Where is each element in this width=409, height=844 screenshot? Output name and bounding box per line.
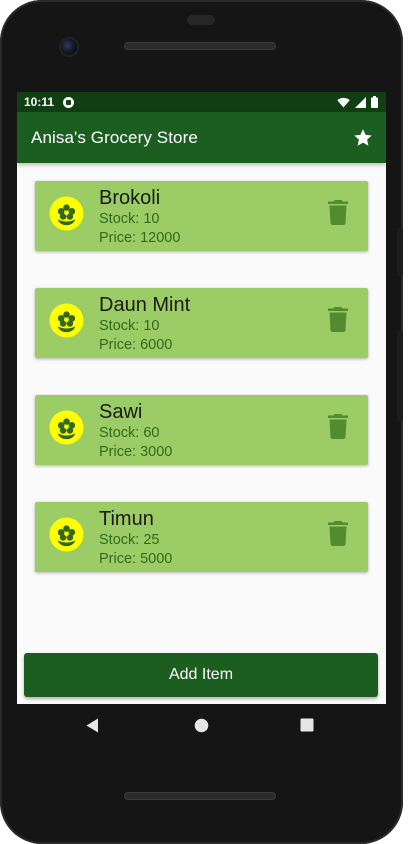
item-price: Price: 3000 bbox=[99, 444, 173, 460]
status-bar: 10:11 bbox=[17, 92, 386, 112]
item-details: Sawi Stock: 60 Price: 3000 bbox=[99, 400, 172, 462]
flower-icon bbox=[49, 196, 84, 231]
trash-icon[interactable] bbox=[328, 521, 348, 546]
google-play-icon bbox=[63, 96, 75, 108]
top-speaker bbox=[124, 42, 276, 50]
item-details: Brokoli Stock: 10 Price: 12000 bbox=[99, 186, 180, 248]
item-name: Timun bbox=[99, 508, 154, 530]
phone-frame: 10:11 Anisa's Grocery Store Brokoli Stoc… bbox=[0, 0, 403, 844]
list-item[interactable]: Timun Stock: 25 Price: 5000 bbox=[35, 502, 368, 572]
trash-icon[interactable] bbox=[328, 200, 348, 225]
item-name: Daun Mint bbox=[99, 294, 191, 316]
item-name: Sawi bbox=[99, 401, 143, 423]
list-item[interactable]: Sawi Stock: 60 Price: 3000 bbox=[35, 395, 368, 465]
status-indicators bbox=[337, 96, 378, 108]
volume-button bbox=[397, 228, 403, 276]
list-item[interactable]: Daun Mint Stock: 10 Price: 6000 bbox=[35, 288, 368, 358]
item-price: Price: 6000 bbox=[99, 337, 173, 353]
flower-icon bbox=[49, 410, 84, 445]
item-details: Timun Stock: 25 Price: 5000 bbox=[99, 507, 172, 569]
recents-icon[interactable] bbox=[300, 718, 314, 732]
trash-icon[interactable] bbox=[328, 414, 348, 439]
system-nav-bar bbox=[17, 704, 386, 748]
item-stock: Stock: 60 bbox=[99, 425, 160, 441]
item-stock: Stock: 25 bbox=[99, 532, 160, 548]
app-screen: 10:11 Anisa's Grocery Store Brokoli Stoc… bbox=[17, 92, 386, 704]
flower-icon bbox=[49, 517, 84, 552]
back-icon[interactable] bbox=[86, 718, 99, 733]
trash-icon[interactable] bbox=[328, 307, 348, 332]
front-camera bbox=[61, 39, 77, 55]
item-price: Price: 5000 bbox=[99, 551, 173, 567]
app-title: Anisa's Grocery Store bbox=[31, 127, 198, 147]
item-stock: Stock: 10 bbox=[99, 211, 160, 227]
item-stock: Stock: 10 bbox=[99, 318, 160, 334]
signal-icon bbox=[355, 96, 366, 108]
home-icon[interactable] bbox=[194, 718, 209, 733]
star-icon[interactable] bbox=[352, 127, 374, 149]
add-item-button[interactable]: Add Item bbox=[24, 653, 378, 697]
item-details: Daun Mint Stock: 10 Price: 6000 bbox=[99, 293, 190, 355]
status-time: 10:11 bbox=[24, 95, 55, 109]
wifi-icon bbox=[337, 97, 350, 107]
item-name: Brokoli bbox=[99, 187, 161, 209]
power-button bbox=[397, 330, 403, 422]
item-price: Price: 12000 bbox=[99, 230, 181, 246]
app-bar: Anisa's Grocery Store bbox=[17, 112, 386, 163]
list-item[interactable]: Brokoli Stock: 10 Price: 12000 bbox=[35, 181, 368, 251]
bottom-speaker bbox=[124, 792, 276, 800]
item-list: Brokoli Stock: 10 Price: 12000 Daun Mint… bbox=[35, 181, 368, 609]
top-sensor bbox=[187, 15, 215, 25]
battery-icon bbox=[371, 96, 378, 108]
flower-icon bbox=[49, 303, 84, 338]
